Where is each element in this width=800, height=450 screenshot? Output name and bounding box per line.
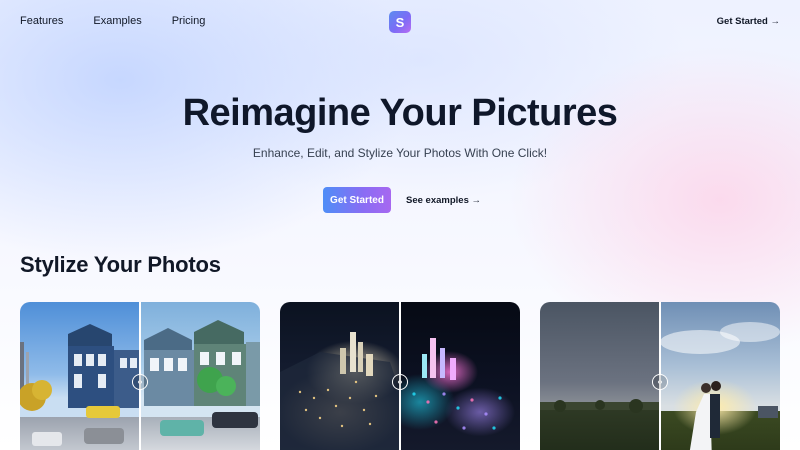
nav-links: Features Examples Pricing bbox=[20, 15, 205, 27]
couple-after-illustration bbox=[660, 322, 780, 450]
after-image bbox=[400, 302, 520, 450]
section-title: Stylize Your Photos bbox=[20, 252, 221, 277]
street-after-illustration bbox=[144, 320, 260, 436]
example-card-couple[interactable]: ‹› bbox=[540, 302, 780, 450]
city-before-illustration bbox=[280, 332, 400, 450]
couple-before-illustration bbox=[540, 399, 660, 413]
example-card-city[interactable]: ‹› bbox=[280, 302, 520, 450]
hero-actions: Get Started See examples → bbox=[323, 187, 481, 213]
before-image bbox=[280, 302, 400, 450]
hero-subtitle: Enhance, Edit, and Stylize Your Photos W… bbox=[252, 146, 548, 160]
compare-slider-handle[interactable]: ‹› bbox=[652, 374, 668, 390]
city-after-illustration bbox=[412, 338, 502, 430]
after-image bbox=[140, 302, 260, 450]
get-started-button[interactable]: Get Started bbox=[323, 187, 391, 213]
page: Features Examples Pricing S Get Started … bbox=[0, 0, 800, 450]
top-nav: Features Examples Pricing S Get Started … bbox=[0, 0, 800, 44]
example-cards: ‹› ‹› ‹› bbox=[20, 302, 780, 450]
hero-title: Reimagine Your Pictures bbox=[182, 92, 618, 134]
nav-link-examples[interactable]: Examples bbox=[93, 15, 141, 27]
compare-slider-handle[interactable]: ‹› bbox=[392, 374, 408, 390]
example-card-street[interactable]: ‹› bbox=[20, 302, 260, 450]
nav-link-pricing[interactable]: Pricing bbox=[172, 15, 206, 27]
after-image bbox=[660, 302, 780, 450]
before-image bbox=[540, 302, 660, 450]
nav-link-features[interactable]: Features bbox=[20, 15, 63, 27]
compare-slider-handle[interactable]: ‹› bbox=[132, 374, 148, 390]
nav-get-started-link[interactable]: Get Started → bbox=[717, 16, 780, 27]
see-examples-link[interactable]: See examples → bbox=[406, 195, 481, 206]
logo[interactable]: S bbox=[389, 11, 411, 33]
before-image bbox=[20, 302, 140, 450]
street-before-illustration bbox=[20, 324, 140, 446]
